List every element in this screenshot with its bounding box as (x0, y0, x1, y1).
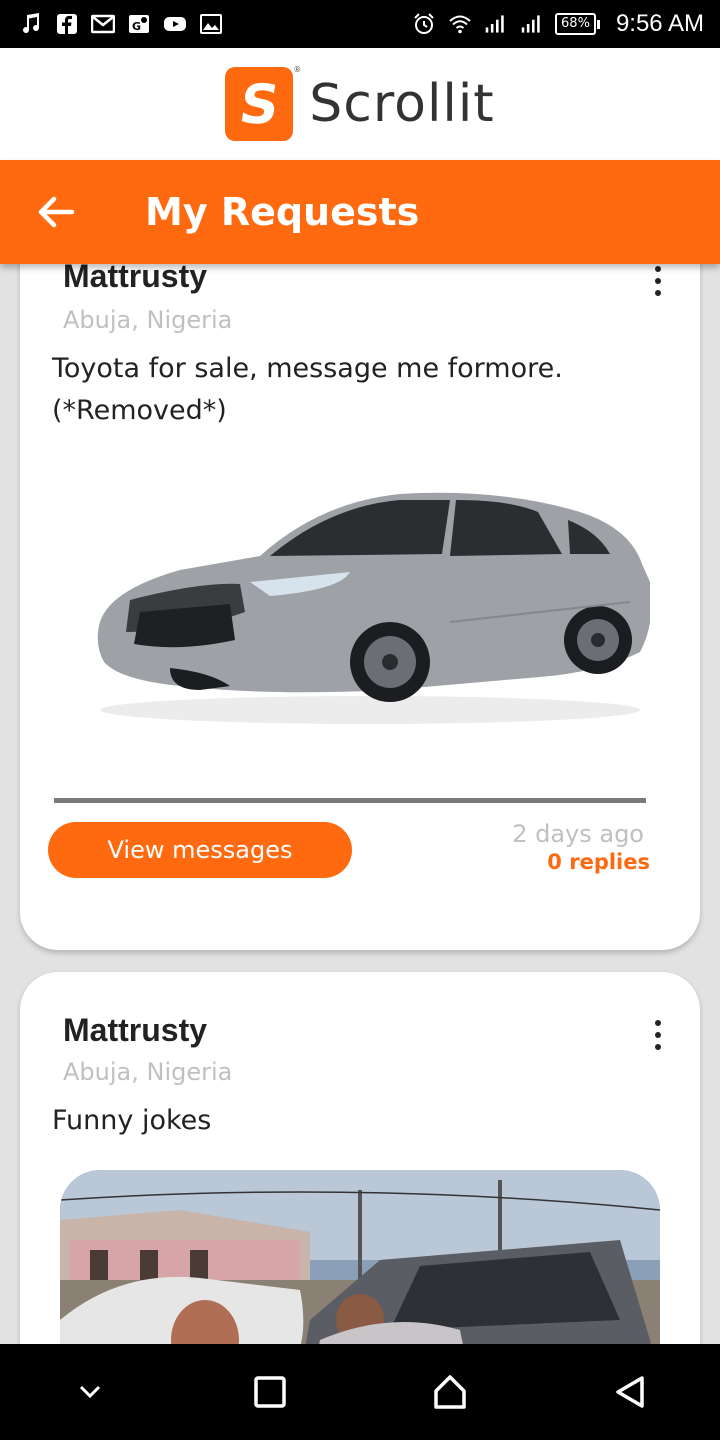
recents-button[interactable] (240, 1362, 300, 1422)
back-nav-button[interactable] (600, 1362, 660, 1422)
maps-icon: G (126, 11, 152, 37)
car-photo[interactable] (70, 472, 650, 742)
post-time: 2 days ago (512, 820, 644, 848)
back-button[interactable] (0, 160, 112, 264)
logo-letter: S (235, 72, 284, 136)
battery-indicator: 68% (555, 13, 600, 35)
post-text: Toyota for sale, message me formore. (*R… (52, 353, 563, 426)
signal-icon-2 (519, 11, 545, 37)
svg-text:G: G (132, 20, 141, 33)
system-status: 68% 9:56 AM (411, 10, 704, 38)
post-username[interactable]: Mattrusty (63, 264, 207, 295)
app-header: S ® Scrollit (0, 48, 720, 160)
page-title: My Requests (145, 190, 420, 234)
requests-feed[interactable]: Mattrusty Abuja, Nigeria Toyota for sale… (0, 264, 720, 1344)
post-username[interactable]: Mattrusty (63, 1012, 207, 1049)
post-location: Abuja, Nigeria (63, 306, 233, 334)
more-options-icon[interactable] (648, 1020, 668, 1050)
post-card: Mattrusty Abuja, Nigeria Toyota for sale… (20, 264, 700, 950)
app-name: Scrollit (309, 74, 495, 134)
youtube-icon (162, 11, 188, 37)
notification-icons: G (18, 11, 224, 37)
more-options-icon[interactable] (648, 266, 668, 296)
toolbar: My Requests (0, 160, 720, 264)
post-card: Mattrusty Abuja, Nigeria Funny jokes (20, 972, 700, 1344)
signal-icon (483, 11, 509, 37)
square-icon (254, 1376, 286, 1408)
gallery-icon (198, 11, 224, 37)
alarm-icon (411, 11, 437, 37)
wifi-icon (447, 11, 473, 37)
home-button[interactable] (420, 1362, 480, 1422)
arrow-left-icon (38, 196, 75, 228)
view-messages-button[interactable]: View messages (48, 822, 352, 878)
clock: 9:56 AM (615, 10, 704, 37)
system-nav-bar (0, 1344, 720, 1440)
triangle-back-icon (616, 1376, 644, 1408)
post-location: Abuja, Nigeria (63, 1058, 233, 1086)
scrollit-logo: S ® (225, 65, 301, 141)
battery-level: 68% (555, 13, 596, 35)
street-photo[interactable] (60, 1170, 660, 1344)
chevron-down-icon (79, 1385, 101, 1399)
hide-nav-button[interactable] (60, 1362, 120, 1422)
facebook-icon (54, 11, 80, 37)
status-bar: G 68% 9:56 AM (0, 0, 720, 48)
replies-count[interactable]: 0 replies (547, 850, 650, 874)
music-icon (18, 11, 44, 37)
home-icon (434, 1375, 466, 1409)
post-text: Funny jokes (52, 1105, 212, 1136)
divider (54, 798, 646, 803)
gmail-icon (90, 11, 116, 37)
